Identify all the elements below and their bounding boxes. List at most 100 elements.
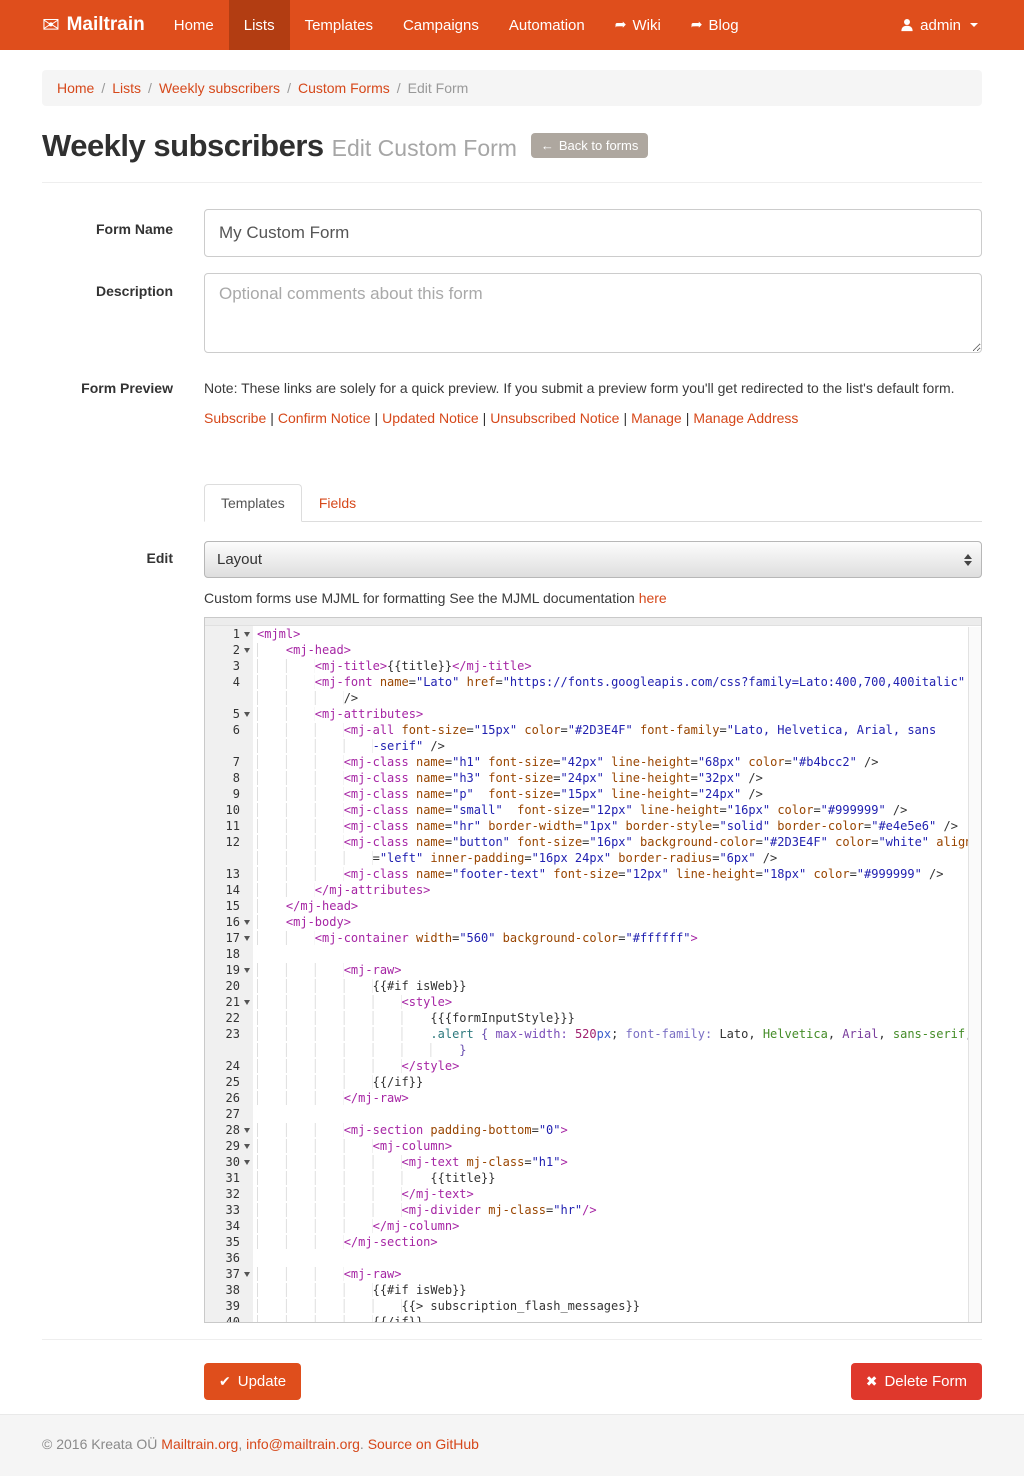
fold-arrow-icon[interactable] (244, 936, 250, 941)
editor-row: 7 <mj-class name="h1" font-size="42px" l… (205, 754, 981, 770)
user-menu[interactable]: admin (896, 0, 982, 50)
editor-gutter-cell: 3 (205, 658, 253, 674)
editor-code-line: <mj-font name="Lato" href="https://fonts… (253, 674, 981, 690)
preview-link-subscribe[interactable]: Subscribe (204, 410, 266, 426)
editor-row: 28 <mj-section padding-bottom="0"> (205, 1122, 981, 1138)
footer-link-info-mailtrain-org[interactable]: info@mailtrain.org (246, 1436, 360, 1452)
editor-row: 33 <mj-divider mj-class="hr"/> (205, 1202, 981, 1218)
editor-code-line: -serif" /> (253, 738, 981, 754)
editor-gutter-cell: 40 (205, 1314, 253, 1323)
editor-code-line: <style> (253, 994, 981, 1010)
editor-gutter-cell: 18 (205, 946, 253, 962)
editor-gutter-cell (205, 690, 253, 706)
editor-row: 2 <mj-head> (205, 642, 981, 658)
nav-item-automation[interactable]: Automation (494, 0, 600, 50)
editor-code-line: <mj-attributes> (253, 706, 981, 722)
nav-item-campaigns[interactable]: Campaigns (388, 0, 494, 50)
editor-gutter-cell: 10 (205, 802, 253, 818)
breadcrumb-link-home[interactable]: Home (57, 80, 94, 96)
editor-gutter-cell: 38 (205, 1282, 253, 1298)
editor-row: 11 <mj-class name="hr" border-width="1px… (205, 818, 981, 834)
editor-gutter-cell: 33 (205, 1202, 253, 1218)
delete-form-button[interactable]: ✖Delete Form (851, 1363, 982, 1400)
preview-link-confirm-notice[interactable]: Confirm Notice (278, 410, 371, 426)
description-label: Description (42, 273, 204, 356)
fold-arrow-icon[interactable] (244, 1272, 250, 1277)
preview-link-updated-notice[interactable]: Updated Notice (382, 410, 479, 426)
editor-row: 27 (205, 1106, 981, 1122)
tab-templates[interactable]: Templates (204, 484, 302, 522)
mjml-code-editor[interactable]: 1<mjml>2 <mj-head>3 <mj-title>{{title}}<… (204, 617, 982, 1323)
nav-item-blog[interactable]: ➦Blog (676, 0, 754, 50)
user-icon (900, 18, 914, 32)
fold-arrow-icon[interactable] (244, 632, 250, 637)
editor-code-line: <mj-class name="button" font-size="16px"… (253, 834, 981, 850)
tab-fields[interactable]: Fields (302, 484, 373, 522)
fold-arrow-icon[interactable] (244, 920, 250, 925)
editor-row: 35 </mj-section> (205, 1234, 981, 1250)
fold-arrow-icon[interactable] (244, 712, 250, 717)
editor-row: 38 {{#if isWeb}} (205, 1282, 981, 1298)
breadcrumb-link-lists[interactable]: Lists (112, 80, 141, 96)
nav-item-wiki[interactable]: ➦Wiki (600, 0, 676, 50)
nav-item-templates[interactable]: Templates (290, 0, 388, 50)
breadcrumb-link-custom-forms[interactable]: Custom Forms (298, 80, 390, 96)
caret-down-icon (970, 23, 978, 27)
footer-link-source-on-github[interactable]: Source on GitHub (368, 1436, 479, 1452)
editor-gutter-cell: 1 (205, 626, 253, 642)
editor-code-line (253, 946, 981, 962)
editor-horizontal-scrollbar[interactable] (205, 618, 981, 626)
editor-gutter-cell: 23 (205, 1026, 253, 1042)
editor-vertical-scrollbar[interactable] (968, 627, 981, 1322)
form-name-input[interactable] (204, 209, 982, 257)
fold-arrow-icon[interactable] (244, 1128, 250, 1133)
fold-arrow-icon[interactable] (244, 648, 250, 653)
preview-link-separator: | (371, 410, 383, 426)
edit-template-select[interactable]: Layout (204, 541, 982, 578)
editor-row: -serif" /> (205, 738, 981, 754)
editor-content[interactable]: 1<mjml>2 <mj-head>3 <mj-title>{{title}}<… (205, 626, 981, 1323)
brand-mailtrain[interactable]: ✉ Mailtrain (42, 0, 159, 50)
breadcrumb-link-weekly-subscribers[interactable]: Weekly subscribers (159, 80, 280, 96)
breadcrumb: Home/Lists/Weekly subscribers/Custom For… (42, 70, 982, 106)
nav-item-home[interactable]: Home (159, 0, 229, 50)
editor-code-line: <mj-class name="footer-text" font-size="… (253, 866, 981, 882)
preview-link-manage-address[interactable]: Manage Address (693, 410, 798, 426)
editor-code-line: <mj-head> (253, 642, 981, 658)
preview-link-separator: | (619, 410, 631, 426)
fold-arrow-icon[interactable] (244, 1000, 250, 1005)
preview-link-unsubscribed-notice[interactable]: Unsubscribed Notice (490, 410, 619, 426)
form-preview-label: Form Preview (42, 372, 204, 426)
user-name: admin (920, 17, 961, 34)
editor-code-line: </mj-section> (253, 1234, 981, 1250)
editor-gutter-cell: 28 (205, 1122, 253, 1138)
editor-row: 18 (205, 946, 981, 962)
preview-note: Note: These links are solely for a quick… (204, 372, 982, 396)
mjml-docs-link[interactable]: here (639, 590, 667, 606)
editor-gutter-cell (205, 738, 253, 754)
editor-row: 40 {{/if}} (205, 1314, 981, 1323)
editor-gutter-cell: 17 (205, 930, 253, 946)
back-to-forms-button[interactable]: ←Back to forms (531, 133, 648, 158)
editor-gutter-cell: 20 (205, 978, 253, 994)
editor-gutter-cell: 25 (205, 1074, 253, 1090)
fold-arrow-icon[interactable] (244, 1160, 250, 1165)
preview-link-manage[interactable]: Manage (631, 410, 682, 426)
editor-gutter-cell: 36 (205, 1250, 253, 1266)
breadcrumb-separator: / (94, 80, 112, 96)
nav-item-lists[interactable]: Lists (229, 0, 290, 50)
editor-gutter-cell: 9 (205, 786, 253, 802)
editor-row: ="left" inner-padding="16px 24px" border… (205, 850, 981, 866)
editor-row: 29 <mj-column> (205, 1138, 981, 1154)
editor-code-line: {{#if isWeb}} (253, 978, 981, 994)
footer-link-mailtrain-org[interactable]: Mailtrain.org (161, 1436, 238, 1452)
breadcrumb-separator: / (280, 80, 298, 96)
editor-code-line: <mj-column> (253, 1138, 981, 1154)
editor-row: 20 {{#if isWeb}} (205, 978, 981, 994)
updown-arrows-icon (964, 554, 972, 566)
fold-arrow-icon[interactable] (244, 1144, 250, 1149)
description-textarea[interactable] (204, 273, 982, 353)
editor-code-line: } (253, 1042, 981, 1058)
fold-arrow-icon[interactable] (244, 968, 250, 973)
update-button[interactable]: ✔Update (204, 1363, 301, 1400)
